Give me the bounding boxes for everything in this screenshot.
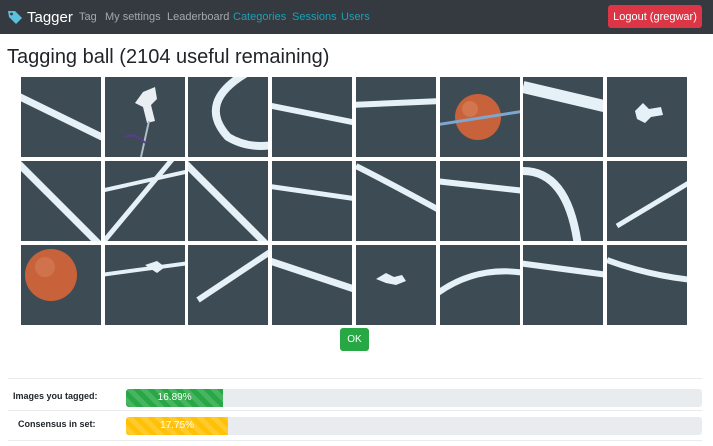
divider [8,440,702,441]
nav-my-settings[interactable]: My settings [105,10,161,24]
image-tile[interactable] [355,245,436,325]
image-tile[interactable] [606,161,687,241]
consensus-progress-fill: 17.75% [126,417,229,435]
image-tile[interactable] [523,161,604,241]
image-tile[interactable] [21,245,101,325]
divider [8,378,702,379]
divider [8,410,702,411]
tag-icon [8,11,22,24]
image-grid [21,77,688,325]
image-tile[interactable] [439,161,520,241]
tagged-progress: 16.89% [126,389,702,407]
ok-button[interactable]: OK [340,328,369,351]
image-tile[interactable] [606,77,687,157]
nav-sessions[interactable]: Sessions [292,10,337,24]
image-tile[interactable] [355,161,436,241]
image-tile[interactable] [188,245,269,325]
page-title: Tagging ball (2104 useful remaining) [7,46,330,68]
image-tile[interactable] [21,77,101,157]
logout-button[interactable]: Logout (gregwar) [608,5,702,28]
brand[interactable]: Tagger [7,7,73,27]
image-tile[interactable] [523,245,604,325]
brand-name: Tagger [27,8,73,26]
navbar: Tagger Tag My settings Leaderboard Categ… [0,0,713,34]
image-tile[interactable] [272,245,353,325]
tagged-label: Images you tagged: [13,391,98,401]
nav-categories[interactable]: Categories [233,10,286,24]
image-tile[interactable] [439,245,520,325]
consensus-progress: 17.75% [126,417,702,435]
image-tile[interactable] [188,77,269,157]
image-tile[interactable] [188,161,269,241]
image-tile[interactable] [523,77,604,157]
image-tile[interactable] [272,161,353,241]
nav-leaderboard[interactable]: Leaderboard [167,10,229,24]
image-tile[interactable] [272,77,353,157]
consensus-label: Consensus in set: [18,419,96,429]
image-tile[interactable] [439,77,520,157]
image-tile[interactable] [104,161,185,241]
tagged-progress-fill: 16.89% [126,389,224,407]
nav-tag[interactable]: Tag [79,10,97,24]
image-tile[interactable] [355,77,436,157]
image-tile[interactable] [104,245,185,325]
nav-users[interactable]: Users [341,10,370,24]
image-tile[interactable] [21,161,101,241]
image-tile[interactable] [104,77,185,157]
image-tile[interactable] [606,245,687,325]
